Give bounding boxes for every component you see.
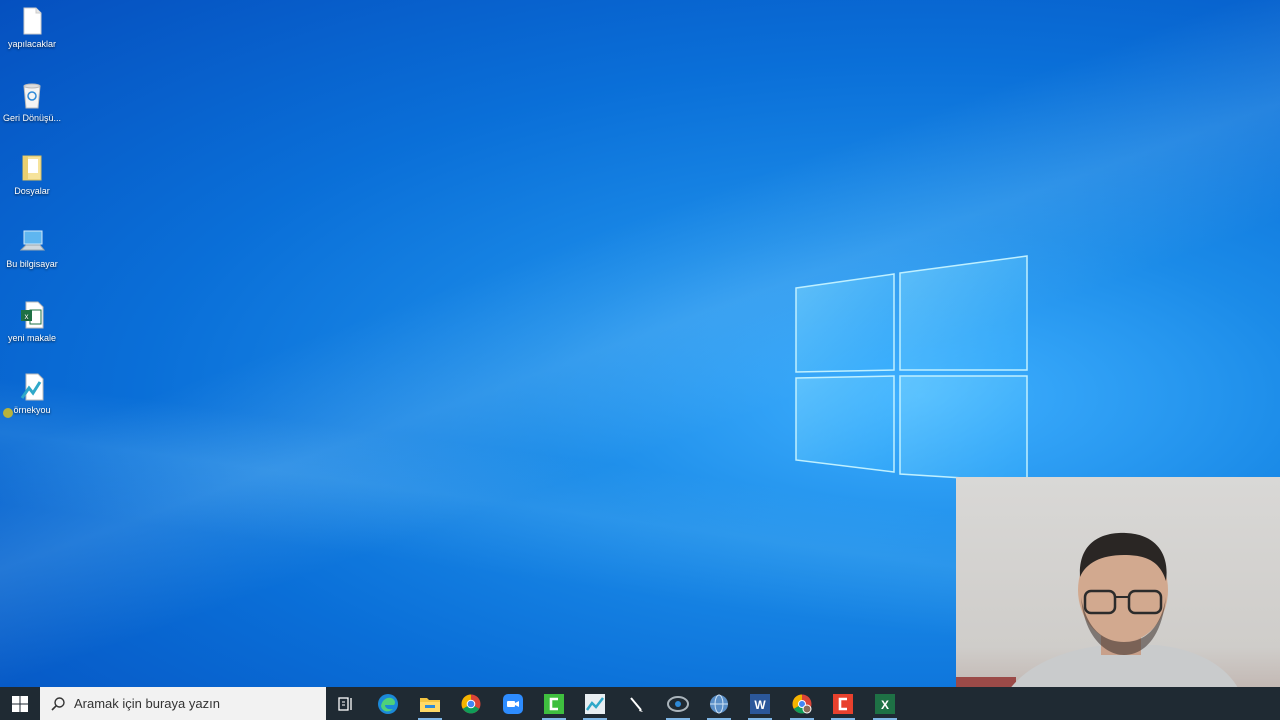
excel-icon: X [875,693,895,714]
windows-start-icon [12,695,28,712]
zoom-icon [503,693,523,714]
desktop-icon-bu-bilgisayar[interactable]: Bu bilgisayar [2,226,62,270]
search-icon [51,696,65,711]
taskbar-network-app[interactable] [699,687,739,720]
taskbar-task-view[interactable] [326,687,366,720]
taskbar-zoom[interactable] [493,687,533,720]
chart-file-icon [20,373,44,401]
desktop-icon-yapilacaklar[interactable]: yapılacaklar [2,6,62,50]
taskbar-pen-tool[interactable] [616,687,656,720]
taskbar-search-box[interactable]: Aramak için buraya yazın [40,687,326,720]
globe-icon [710,694,728,713]
folder-icon [420,697,440,712]
mouse-cursor-highlight [3,408,13,418]
taskbar-chrome[interactable] [451,687,491,720]
chrome-profile-icon [792,694,812,713]
taskbar-excel[interactable]: X [865,687,905,720]
taskbar-word[interactable]: W [740,687,780,720]
desktop-icon-label: yeni makale [7,333,57,343]
recorder-icon [667,695,689,712]
desktop-icon-label: Bu bilgisayar [6,259,58,269]
task-view-icon [338,696,352,711]
computer-icon [19,230,46,251]
recorder-red-icon [833,693,853,714]
taskbar-chrome-profile[interactable] [782,687,822,720]
camtasia-icon [544,693,564,714]
text-document-icon [23,7,42,35]
folder-icon [22,155,42,181]
desktop-icon-label: Dosyalar [14,186,50,196]
svg-text:W: W [754,698,766,712]
taskbar-recorder[interactable] [658,687,698,720]
recycle-bin-icon [23,83,41,109]
chrome-icon [461,694,481,713]
edge-icon [378,693,398,714]
taskbar-file-explorer[interactable] [410,687,450,720]
svg-text:X: X [881,698,889,712]
search-placeholder: Aramak için buraya yazın [74,696,220,711]
svg-text:x: x [25,312,29,321]
taskbar-camtasia-recorder[interactable] [823,687,863,720]
word-icon: W [750,693,770,714]
presenter-figure [996,532,1246,720]
webcam-overlay [956,477,1280,720]
windows-wallpaper-logo [795,255,1028,483]
desktop-icon-label: Geri Dönüşü... [2,113,62,123]
taskbar-camtasia[interactable] [534,687,574,720]
desktop-icon-recycle-bin[interactable]: Geri Dönüşü... [2,80,62,124]
desktop-icon-yeni-makale[interactable]: x yeni makale [2,300,62,344]
taskbar-chart-app[interactable] [575,687,615,720]
excel-file-icon: x [21,301,44,329]
desktop-icon-label: örnekyou [13,405,51,415]
chart-app-icon [585,693,605,714]
pen-icon [630,696,643,712]
desktop-icon-label: yapılacaklar [7,39,57,49]
start-button[interactable] [0,687,40,720]
taskbar-edge[interactable] [368,687,408,720]
desktop-icon-dosyalar[interactable]: Dosyalar [2,153,62,197]
taskbar: Aramak için buraya yazın W X [0,687,1280,720]
